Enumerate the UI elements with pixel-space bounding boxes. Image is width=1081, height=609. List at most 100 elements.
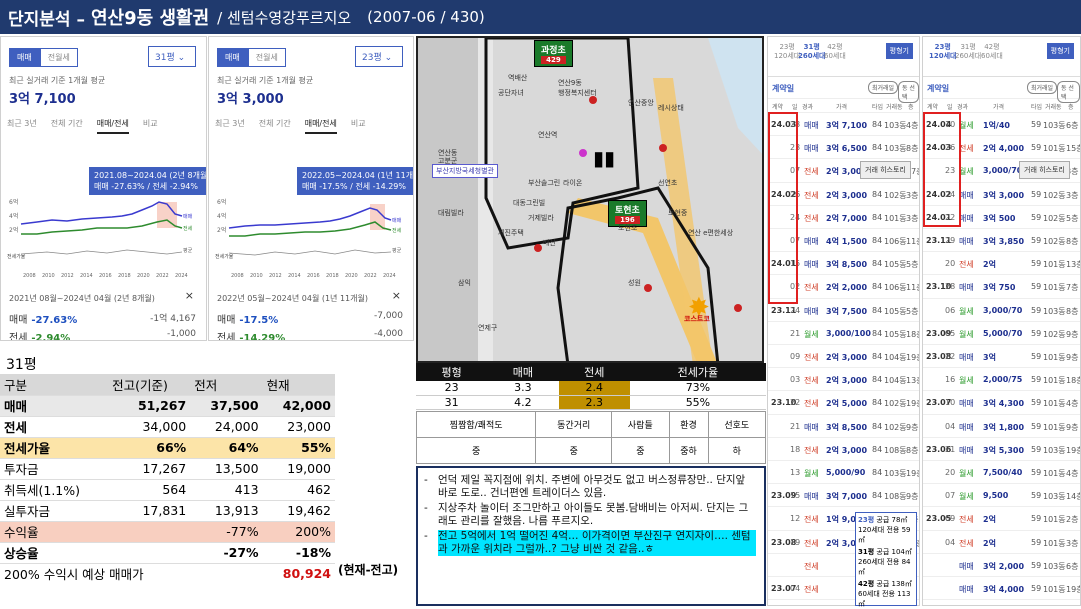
cell: 101동 [1043, 144, 1066, 154]
cell: 2억 [983, 260, 996, 270]
subtitle: 최근 실거래 기준 1개월 평균 [9, 76, 106, 85]
cell: 3억 6,500 [826, 144, 868, 154]
price-panel-31: 매매 전월세 31평 ⌄ 최근 실거래 기준 1개월 평균 3억 7,100 최근… [0, 36, 207, 341]
svg-text:2014: 2014 [288, 273, 301, 279]
cell: 15 [790, 491, 801, 501]
cell: 전세 [804, 515, 819, 525]
col-header: 찜짬함/쾌적도 [415, 411, 537, 438]
cell: 3억 750 [983, 283, 1016, 293]
tab-sale[interactable]: 매매 [217, 48, 248, 67]
cell: 3억 5,300 [983, 445, 1025, 455]
table-row[interactable]: 23.11 29 매매 3억 3,850 59 102동 8층 [923, 229, 1080, 253]
period-tab[interactable]: 매매/전세 [304, 118, 337, 134]
period-tab[interactable]: 최근 3년 [7, 118, 37, 134]
size-tab[interactable]: 42평 60세대 [824, 43, 846, 61]
table-row[interactable]: 23.09 15 매매 3억 7,000 84 108동 9층 [768, 484, 919, 508]
ytick: 6억 [217, 198, 226, 206]
table-row[interactable]: 23.1022전세2억 5,00084102동19층 [768, 391, 919, 415]
tab-jeonse[interactable]: 전월세 [247, 48, 286, 67]
cell: 매매 [959, 445, 974, 455]
cell: 2억 7,000 [826, 213, 868, 223]
table-row[interactable]: 23.08 22 매매 3억 59 101동 9층 [923, 345, 1080, 369]
table-row[interactable]: 매매 3억 2,000 59 103동 6층 [923, 554, 1080, 577]
table-row[interactable]: 04 매매 3억 1,800 59 101동 9층 [923, 415, 1080, 438]
table-row: 상승율 -27% -18% [0, 542, 335, 564]
svg-text:2022: 2022 [156, 273, 169, 279]
price-chart: 6억 4억 2억 매매 전세 전세가율 평균 2008 2010 2012 2014 2… [7, 198, 193, 279]
cell: 7층 [1066, 283, 1079, 293]
size-tab[interactable]: 31평 260세대 [798, 43, 826, 61]
xticks: 2008 2010 2012 2014 2016 2018 2020 2022 2024 [231, 273, 396, 279]
size-info-button[interactable]: 평형기 [1046, 43, 1074, 59]
table-row[interactable]: 07월세 9,500 59103동14층 [923, 484, 1080, 508]
cell: 101동 [884, 213, 907, 223]
col-header: 환경 [668, 411, 709, 438]
table-row[interactable]: 23.05 09 전세 2억 59 101동 2층 [923, 507, 1080, 531]
cell: 3,000/70 [983, 305, 1023, 315]
period-tab[interactable]: 매매/전세 [96, 118, 129, 134]
cell: 매매 [959, 422, 974, 432]
list-item: - 언덕 제일 꼭지점에 위치. 주변에 아무것도 없고 버스정류장만.. 단지앞… [424, 474, 746, 499]
svg-text:2016: 2016 [99, 273, 112, 279]
cell: 84 [872, 259, 883, 269]
map-label: 부산솔그린 [528, 179, 561, 187]
cell: 2억 3,000 [826, 353, 868, 362]
cell: 4층 [906, 121, 919, 130]
table-row[interactable]: 20 월세 7,500/40 59 101동 4층 [923, 461, 1080, 485]
period-tab[interactable]: 최근 3년 [215, 118, 245, 134]
table-row[interactable]: 23.0621매매3억 5,30059103동19층 [923, 438, 1080, 461]
table-row[interactable]: 21월세 3,000/10084105동18층 [768, 322, 919, 345]
table-row[interactable]: 13월세 5,000/90 84103동19층 [768, 461, 919, 485]
area-map[interactable]: 과정초 429 토현초 196 부산지방국세청별관 ▮▮ ✸ 코스트코 공단자녀 역… [416, 36, 764, 363]
table-row[interactable]: 18 전세 2억 3,000 84 108동 8층 [768, 438, 919, 461]
svg-text:2020: 2020 [137, 273, 150, 279]
table-row: 200% 수익시 예상 매매가 80,924 [4, 566, 331, 583]
size-tab[interactable]: 23평 120세대 [774, 43, 800, 61]
cell: 3억 7,500 [826, 306, 868, 316]
cell: 59 [1031, 421, 1042, 431]
period-tab[interactable]: 전체 기간 [51, 118, 83, 134]
cell: 84 [872, 491, 883, 501]
table-row[interactable]: 23.09 05 월세 5,000/70 59 102동 9층 [923, 322, 1080, 345]
map-label: 토현중 [668, 209, 688, 217]
table-row[interactable]: 06 월세 3,000/70 59 103동 8층 [923, 299, 1080, 322]
table-row[interactable]: 23.07 10 매매 3억 4,300 59 101동 4층 [923, 391, 1080, 415]
size-tab[interactable]: 42평 60세대 [981, 43, 1003, 61]
filter-pill[interactable]: 최거래일 [868, 81, 899, 94]
size-tab[interactable]: 23평 120세대 [929, 43, 957, 61]
period-tab[interactable]: 전체 기간 [259, 118, 291, 134]
table-row[interactable]: 21 매매 3억 8,500 84 102동 9층 [768, 415, 919, 438]
school-marker[interactable]: 과정초 429 [534, 40, 573, 67]
period-tab[interactable]: 비교 [143, 118, 158, 134]
tab-jeonse[interactable]: 전월세 [39, 48, 78, 67]
table-row[interactable]: 20전세 2억 59101동13층 [923, 252, 1080, 276]
avg-label: 평균 [392, 247, 402, 254]
tab-sale[interactable]: 매매 [9, 48, 40, 67]
close-icon[interactable]: × [392, 289, 401, 302]
size-info-button[interactable]: 평형기 [885, 43, 913, 59]
cell: 2억 3,000 [826, 445, 868, 455]
table-row[interactable]: 04 전세 2억 59 101동 3층 [923, 531, 1080, 554]
chart-range-highlight [157, 202, 177, 228]
period-caption: 2022년 05월~2024년 04월 (1년 11개월) [217, 294, 368, 303]
filter-pill[interactable]: 최거래일 [1027, 81, 1058, 94]
table-row[interactable]: 16월세 2,000/75 59101동18층 [923, 368, 1080, 392]
cell: 105동 [884, 329, 907, 339]
xticks: 2008 2010 2012 2014 2016 2018 2020 2022 2024 [23, 273, 188, 279]
table-row[interactable]: 23.10 28 매매 3억 750 59 101동 7층 [923, 275, 1080, 299]
cell: 59 [1031, 120, 1042, 129]
size-select[interactable]: 31평 ⌄ [148, 46, 196, 67]
table-row[interactable]: 09전세 2억 3,000 84104동19층 [768, 345, 919, 369]
table-row[interactable]: 03전세 2억 3,000 84104동13층 [768, 368, 919, 392]
cell: 6층 [1066, 121, 1079, 130]
close-icon[interactable]: × [185, 289, 194, 302]
table-row: 매매 51,267 37,500 42,000 [0, 395, 335, 417]
cell: 매매 [804, 260, 819, 270]
cell: 102동 [884, 190, 907, 200]
period-tab[interactable]: 비교 [351, 118, 366, 134]
cell: 3억 2,000 [983, 561, 1025, 571]
cell: 20 [945, 468, 956, 477]
size-select[interactable]: 23평 ⌄ [355, 46, 403, 67]
table-row[interactable]: 매매 3억 4,000 59101동19층 [923, 577, 1080, 601]
size-tab[interactable]: 31평 260세대 [955, 43, 981, 61]
